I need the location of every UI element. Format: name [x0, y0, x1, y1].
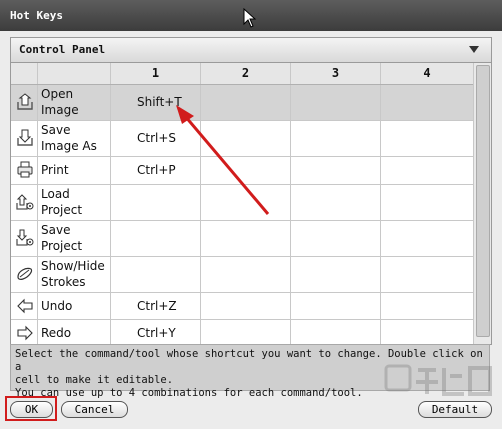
shortcut-cell-3[interactable] [291, 221, 381, 256]
save-project-icon [16, 229, 34, 246]
command-name: Redo [41, 326, 72, 340]
redo-icon [17, 325, 33, 341]
watermark-logo-icon [384, 364, 492, 396]
shortcut-cell-1[interactable]: Ctrl+S [111, 121, 201, 156]
shortcut-cell-1[interactable]: Shift+T [111, 85, 201, 120]
scrollbar-thumb[interactable] [476, 65, 490, 337]
shortcut-cell-1[interactable] [111, 257, 201, 292]
shortcut-cell-3[interactable] [291, 157, 381, 184]
shortcut-cell-3[interactable] [291, 185, 381, 220]
header-icon-column [11, 63, 38, 84]
collapse-triangle-icon[interactable] [469, 46, 479, 53]
shortcut-cell-4[interactable] [381, 257, 473, 292]
show-hide-strokes-icon [17, 267, 33, 280]
table-row-save-image-as[interactable]: Save Image As Ctrl+S [11, 121, 473, 157]
window-titlebar: Hot Keys [0, 0, 502, 31]
shortcut-cell-4[interactable] [381, 157, 473, 184]
open-image-icon [17, 93, 33, 110]
print-icon [17, 161, 33, 178]
shortcut-cell-1[interactable] [111, 221, 201, 256]
header-command-column [38, 63, 111, 84]
table-row-undo[interactable]: Undo Ctrl+Z [11, 293, 473, 320]
header-shortcut-4: 4 [423, 66, 431, 80]
control-panel: Control Panel 1 2 3 4 Open Image Shift+T [10, 37, 492, 345]
header-shortcut-3: 3 [291, 63, 381, 84]
shortcut-cell-4[interactable] [381, 293, 473, 319]
shortcut-cell-2[interactable] [201, 293, 291, 319]
table-row-save-project[interactable]: Save Project [11, 221, 473, 257]
table-row-print[interactable]: Print Ctrl+P [11, 157, 473, 185]
undo-icon [17, 298, 33, 314]
control-panel-title: Control Panel [19, 43, 106, 56]
shortcut-cell-2[interactable] [201, 185, 291, 220]
hotkey-table: 1 2 3 4 Open Image Shift+T Save Image As… [11, 63, 473, 344]
control-panel-header[interactable]: Control Panel [11, 38, 491, 63]
shortcut-cell-4[interactable] [381, 85, 473, 120]
shortcut-cell-3[interactable] [291, 121, 381, 156]
shortcut-cell-2[interactable] [201, 85, 291, 120]
vertical-scrollbar[interactable] [473, 63, 491, 344]
shortcut-cell-4[interactable] [381, 320, 473, 344]
shortcut-cell-1[interactable]: Ctrl+P [111, 157, 201, 184]
command-name: Undo [41, 299, 73, 313]
shortcut-cell-1[interactable]: Ctrl+Z [111, 293, 201, 319]
shortcut-cell-2[interactable] [201, 320, 291, 344]
shortcut-cell-3[interactable] [291, 320, 381, 344]
mouse-cursor-icon [243, 8, 257, 28]
command-name: Load Project [41, 187, 83, 217]
shortcut-cell-2[interactable] [201, 121, 291, 156]
header-shortcut-1: 1 [111, 63, 201, 84]
shortcut-cell-1[interactable] [111, 185, 201, 220]
command-name: Save Image As [41, 123, 97, 153]
window-title: Hot Keys [10, 9, 63, 22]
command-name: Print [41, 163, 69, 177]
command-name: Show/Hide Strokes [41, 259, 105, 289]
shortcut-cell-4[interactable] [381, 221, 473, 256]
header-shortcut-2: 2 [201, 63, 291, 84]
load-project-icon [16, 194, 34, 210]
cancel-button[interactable]: Cancel [61, 401, 128, 418]
table-row-redo[interactable]: Redo Ctrl+Y [11, 320, 473, 344]
shortcut-cell-4[interactable] [381, 185, 473, 220]
table-row-show-hide-strokes[interactable]: Show/Hide Strokes [11, 257, 473, 293]
table-header-row: 1 2 3 4 [11, 63, 473, 85]
shortcut-cell-2[interactable] [201, 221, 291, 256]
shortcut-cell-1[interactable]: Ctrl+Y [111, 320, 201, 344]
shortcut-cell-3[interactable] [291, 257, 381, 292]
save-image-icon [17, 129, 33, 146]
shortcut-cell-2[interactable] [201, 157, 291, 184]
table-row-load-project[interactable]: Load Project [11, 185, 473, 221]
command-name: Save Project [41, 223, 83, 253]
command-name: Open Image [41, 87, 79, 117]
shortcut-cell-2[interactable] [201, 257, 291, 292]
shortcut-cell-3[interactable] [291, 293, 381, 319]
table-row-open-image[interactable]: Open Image Shift+T [11, 85, 473, 121]
shortcut-cell-4[interactable] [381, 121, 473, 156]
ok-button[interactable]: OK [10, 401, 53, 418]
shortcut-cell-3[interactable] [291, 85, 381, 120]
